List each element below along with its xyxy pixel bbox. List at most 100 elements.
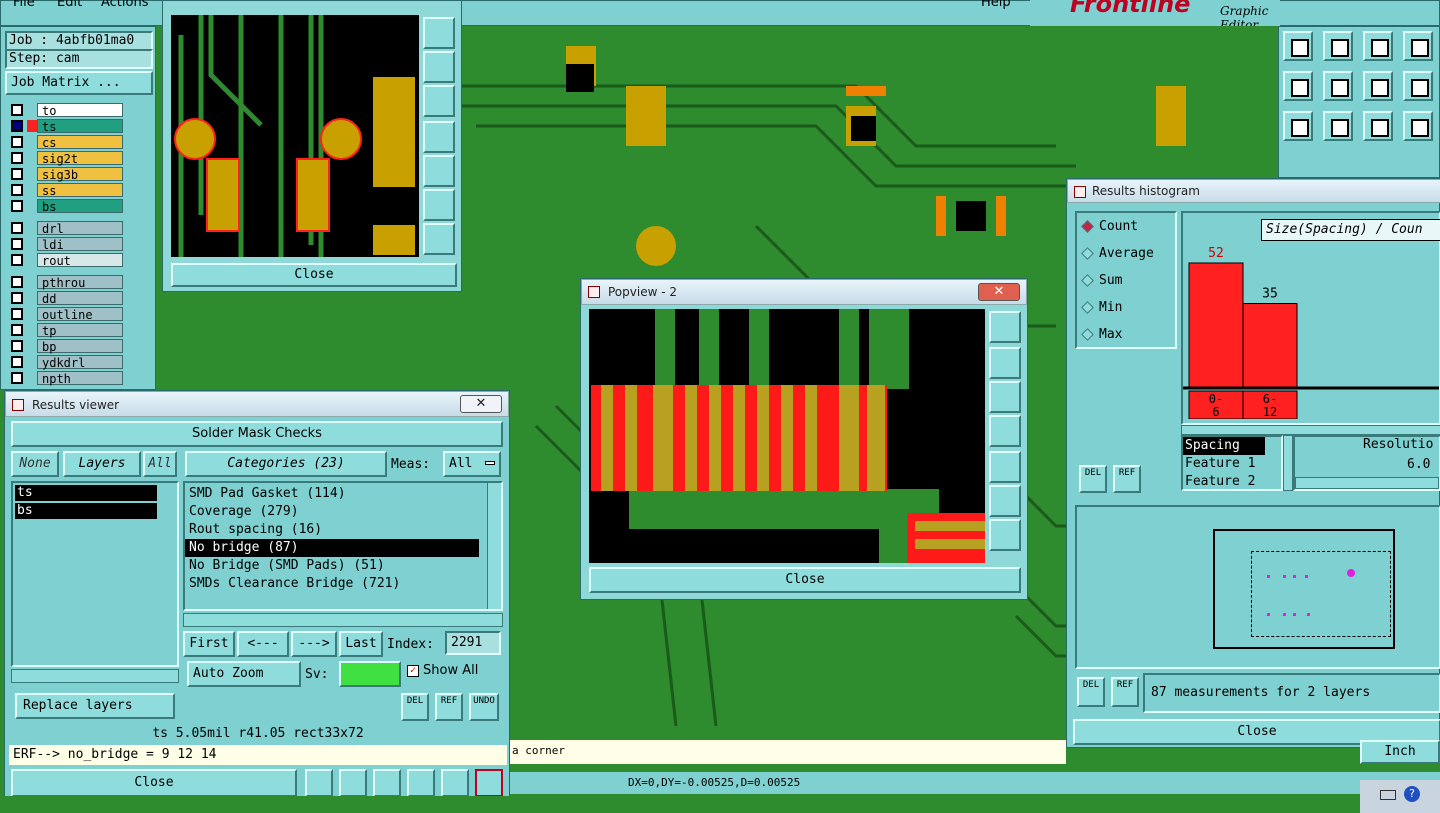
first-button[interactable]: First (183, 631, 235, 657)
layer-checkbox-13[interactable] (11, 324, 23, 336)
categories-scrollbar[interactable] (487, 483, 501, 609)
results-viewer-close-icon[interactable]: ✕ (460, 395, 502, 413)
result-layer-item[interactable]: bs (15, 503, 157, 519)
undo-button[interactable]: UNDO (469, 693, 499, 721)
histogram-icon[interactable] (475, 769, 503, 797)
replace-layers-dropdown[interactable]: Replace layers (15, 693, 175, 719)
show-all-checkbox[interactable]: ✓ (407, 665, 419, 677)
category-item[interactable]: Coverage (279) (185, 503, 501, 521)
pv1-tool-left-icon[interactable] (423, 121, 455, 153)
layer-item-ss[interactable]: ss (37, 183, 123, 198)
none-button[interactable]: None (11, 451, 59, 477)
result-layer-item[interactable]: ts (15, 485, 157, 501)
layer-item-npth[interactable]: npth (37, 371, 123, 386)
pv2-tool-zoom-icon[interactable] (989, 311, 1021, 343)
layer-checkbox-9[interactable] (11, 254, 23, 266)
notes-icon[interactable] (441, 769, 469, 797)
pv2-tool-left-icon[interactable] (989, 415, 1021, 447)
layer-checkbox-5[interactable] (11, 184, 23, 196)
tool-icon-7[interactable] (1363, 71, 1393, 101)
index-input[interactable]: 2291 (445, 631, 501, 655)
tool-icon-8[interactable] (1403, 71, 1433, 101)
last-button[interactable]: Last (339, 631, 383, 657)
layer-checkbox-11[interactable] (11, 292, 23, 304)
feature-list[interactable]: Spacing Feature 1 Feature 2 (1181, 435, 1283, 491)
hist-ref-button[interactable]: REF (1113, 465, 1141, 493)
results-viewer-close-button[interactable]: Close (11, 769, 297, 797)
layer-item-ydkdrl[interactable]: ydkdrl (37, 355, 123, 370)
layer-checkbox-12[interactable] (11, 308, 23, 320)
stat-option-sum[interactable]: Sum (1077, 267, 1175, 294)
histogram-bar[interactable] (1242, 303, 1298, 388)
auto-zoom-dropdown[interactable]: Auto Zoom (187, 661, 301, 687)
hist-ref-button-2[interactable]: REF (1111, 677, 1139, 707)
categories-button[interactable]: Categories (23) (185, 451, 387, 477)
layers-button[interactable]: Layers (63, 451, 141, 477)
category-item[interactable]: No Bridge (SMD Pads) (51) (185, 557, 501, 575)
layer-item-sig2t[interactable]: sig2t (37, 151, 123, 166)
layer-results-list[interactable]: ts bs (11, 481, 179, 667)
layer-checkbox-15[interactable] (11, 356, 23, 368)
help-icon[interactable] (1403, 111, 1433, 141)
feature-row[interactable]: Feature 2 (1183, 473, 1281, 491)
layer-checkbox-8[interactable] (11, 238, 23, 250)
export-icon[interactable] (339, 769, 367, 797)
pv1-tool-pan-icon[interactable] (423, 223, 455, 255)
popview2-close-icon[interactable]: ✕ (978, 283, 1020, 301)
pv2-tool-down-icon[interactable] (989, 381, 1021, 413)
pv1-tool-up-icon[interactable] (423, 51, 455, 83)
layer-item-bs[interactable]: bs (37, 199, 123, 214)
report-icon[interactable] (305, 769, 333, 797)
pv2-tool-right-icon[interactable] (989, 451, 1021, 483)
ref-button[interactable]: REF (435, 693, 463, 721)
pv1-tool-down-icon[interactable] (423, 85, 455, 117)
layer-checkbox-1[interactable] (11, 120, 23, 132)
filter-icon[interactable] (373, 769, 401, 797)
next-button[interactable]: ---> (291, 631, 337, 657)
tool-icon-4[interactable] (1403, 31, 1433, 61)
layer-checkbox-6[interactable] (11, 200, 23, 212)
layer-item-rout[interactable]: rout (37, 253, 123, 268)
pv1-tool-zoom-icon[interactable] (423, 17, 455, 49)
categories-list[interactable]: SMD Pad Gasket (114) Coverage (279) Rout s… (183, 481, 503, 611)
resolution-slider[interactable] (1295, 477, 1439, 489)
layer-item-pthrou[interactable]: pthrou (37, 275, 123, 290)
layer-item-ts[interactable]: ts (37, 119, 123, 134)
category-item[interactable]: Rout spacing (16) (185, 521, 501, 539)
tool-icon-5[interactable] (1283, 71, 1313, 101)
popview2-canvas[interactable] (589, 309, 985, 563)
sv-color-dropdown[interactable] (339, 661, 401, 687)
layer-checkbox-3[interactable] (11, 152, 23, 164)
hist-del-button[interactable]: DEL (1079, 465, 1107, 493)
popview1-canvas[interactable] (171, 15, 419, 257)
category-item[interactable]: SMDs Clearance Bridge (721) (185, 575, 501, 593)
scale-icon[interactable] (1363, 111, 1393, 141)
menu-edit[interactable]: Edit (57, 0, 82, 10)
meas-dropdown[interactable]: All (443, 451, 501, 477)
menu-file[interactable]: File (13, 0, 35, 10)
layer-item-bp[interactable]: bp (37, 339, 123, 354)
hist-del-button-2[interactable]: DEL (1077, 677, 1105, 707)
stat-option-count[interactable]: Count (1077, 213, 1175, 240)
pv1-tool-fit-icon[interactable] (423, 189, 455, 221)
popview2-close-button[interactable]: Close (589, 567, 1021, 593)
pv1-tool-right-icon[interactable] (423, 155, 455, 187)
layer-checkbox-10[interactable] (11, 276, 23, 288)
pv2-tool-up-icon[interactable] (989, 347, 1021, 379)
tool-icon-1[interactable] (1283, 31, 1313, 61)
sort-icon[interactable] (407, 769, 435, 797)
layer-checkbox-14[interactable] (11, 340, 23, 352)
job-matrix-button[interactable]: Job Matrix ... (5, 71, 153, 95)
prev-button[interactable]: <--- (237, 631, 289, 657)
pv2-tool-fit-icon[interactable] (989, 485, 1021, 517)
feature-row[interactable]: Feature 1 (1183, 455, 1281, 473)
layer-item-tp[interactable]: tp (37, 323, 123, 338)
popview1-close-button[interactable]: Close (171, 263, 457, 287)
menu-actions[interactable]: Actions (101, 0, 149, 10)
feature-list-scroll[interactable] (1283, 435, 1293, 491)
layer-checkbox-4[interactable] (11, 168, 23, 180)
layer-item-to[interactable]: to (37, 103, 123, 118)
help-tray-icon[interactable]: ? (1404, 786, 1420, 802)
layer-item-outline[interactable]: outline (37, 307, 123, 322)
layer-checkbox-0[interactable] (11, 104, 23, 116)
